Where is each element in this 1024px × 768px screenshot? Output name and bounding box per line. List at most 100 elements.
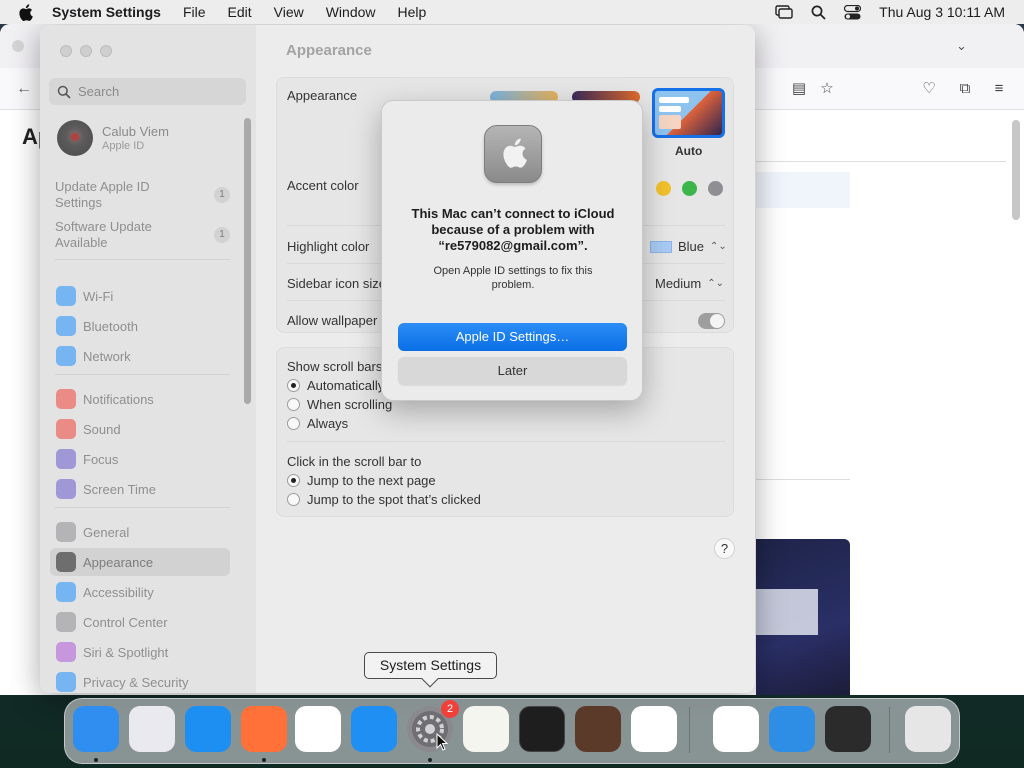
menu-app-name[interactable]: System Settings bbox=[52, 4, 161, 20]
quicktime-icon[interactable] bbox=[825, 706, 871, 752]
firefox-icon[interactable] bbox=[241, 706, 287, 752]
screen-mirroring-icon[interactable] bbox=[775, 5, 793, 19]
menu-window[interactable]: Window bbox=[326, 4, 376, 20]
speaker-icon bbox=[56, 419, 76, 439]
radio-label: Jump to the next page bbox=[307, 473, 436, 488]
extensions-icon[interactable]: ⧉ bbox=[956, 80, 974, 98]
apple-id-settings-button[interactable]: Apple ID Settings… bbox=[398, 323, 627, 351]
vscode-icon[interactable] bbox=[631, 706, 677, 752]
scroll-option-when-scrolling[interactable]: When scrolling bbox=[287, 397, 392, 412]
hamburger-menu-icon[interactable]: ≡ bbox=[990, 80, 1008, 98]
menu-bar: System Settings File Edit View Window He… bbox=[0, 0, 1024, 24]
help-button[interactable]: ? bbox=[714, 538, 735, 559]
sidebar-item-label: General bbox=[83, 524, 130, 540]
sidebar-scrollbar[interactable] bbox=[244, 118, 251, 404]
chrome-icon[interactable] bbox=[295, 706, 341, 752]
radio-button[interactable] bbox=[287, 493, 300, 506]
sidebar-item-focus[interactable]: Focus bbox=[50, 445, 230, 473]
search-icon bbox=[57, 85, 71, 99]
search-input[interactable] bbox=[78, 84, 238, 99]
theme-auto-thumbnail[interactable] bbox=[652, 88, 725, 138]
sidebar-item-sound[interactable]: Sound bbox=[50, 415, 230, 443]
textedit-icon[interactable] bbox=[463, 706, 509, 752]
radio-button[interactable] bbox=[287, 398, 300, 411]
apple-logo-icon bbox=[484, 125, 542, 183]
sidebar-icon-size-value: Medium bbox=[655, 276, 702, 291]
sidebar-item-notifications[interactable]: Notifications bbox=[50, 385, 230, 413]
control-center-icon[interactable] bbox=[844, 4, 862, 20]
notice-label: Software Update Available bbox=[55, 219, 152, 250]
wallpaper-tinting-toggle[interactable] bbox=[698, 313, 725, 329]
sidebar-icon-size-popup[interactable]: Medium ⌃⌄ bbox=[655, 276, 724, 291]
spotlight-search-icon[interactable] bbox=[811, 5, 826, 20]
zoom-window-button[interactable] bbox=[100, 45, 112, 57]
garageband-icon[interactable] bbox=[575, 706, 621, 752]
sidebar-item-wi-fi[interactable]: Wi-Fi bbox=[50, 282, 230, 310]
pocket-icon[interactable]: ♡ bbox=[920, 80, 938, 98]
radio-label: When scrolling bbox=[307, 397, 393, 412]
visual-studio-icon[interactable] bbox=[713, 706, 759, 752]
menu-view[interactable]: View bbox=[274, 4, 304, 20]
app-store-icon[interactable] bbox=[351, 706, 397, 752]
radio-button[interactable] bbox=[287, 379, 300, 392]
reader-view-icon[interactable]: ▤ bbox=[790, 80, 808, 98]
sidebar-item-label: Network bbox=[83, 348, 131, 364]
menu-clock[interactable]: Thu Aug 3 10:11 AM bbox=[879, 4, 1005, 20]
pane-title: Appearance bbox=[286, 42, 372, 59]
click-option-next-page[interactable]: Jump to the next page bbox=[287, 473, 436, 488]
sidebar-item-network[interactable]: Network bbox=[50, 342, 230, 370]
apple-id-account[interactable]: Calub Viem Apple ID bbox=[55, 119, 235, 159]
highlight-swatch bbox=[650, 240, 672, 253]
radio-label: Jump to the spot that’s clicked bbox=[307, 492, 481, 507]
running-indicator bbox=[94, 758, 98, 762]
later-button[interactable]: Later bbox=[398, 357, 627, 385]
browser-close-button[interactable] bbox=[12, 40, 24, 52]
sidebar-item-screen-time[interactable]: Screen Time bbox=[50, 475, 230, 503]
icloud-alert-dialog: This Mac can’t connect to iCloud because… bbox=[381, 100, 643, 401]
bell-icon bbox=[56, 389, 76, 409]
tab-list-chevron-icon[interactable]: ⌄ bbox=[956, 38, 967, 54]
trash-icon[interactable] bbox=[905, 706, 951, 752]
scroll-option-always[interactable]: Always bbox=[287, 416, 348, 431]
sidebar-item-siri-spotlight[interactable]: Siri & Spotlight bbox=[50, 638, 230, 666]
accent-swatch-yellow[interactable] bbox=[656, 181, 671, 196]
software-update-notice[interactable]: Software Update Available 1 bbox=[55, 219, 230, 251]
divider bbox=[756, 479, 850, 480]
search-field[interactable] bbox=[49, 78, 246, 105]
sidebar-item-bluetooth[interactable]: Bluetooth bbox=[50, 312, 230, 340]
dock-tooltip: System Settings bbox=[364, 652, 497, 679]
hand-icon bbox=[56, 672, 76, 692]
menu-help[interactable]: Help bbox=[398, 4, 427, 20]
gear-icon bbox=[56, 522, 76, 542]
update-apple-id-notice[interactable]: Update Apple ID Settings 1 bbox=[55, 179, 230, 211]
browser-scrollbar[interactable] bbox=[1012, 120, 1020, 220]
back-arrow-icon[interactable]: ← bbox=[16, 80, 32, 98]
accessibility-icon bbox=[56, 582, 76, 602]
user-subtitle: Apple ID bbox=[102, 140, 145, 152]
menu-file[interactable]: File bbox=[183, 4, 206, 20]
terminal-icon[interactable] bbox=[519, 706, 565, 752]
click-option-spot-clicked[interactable]: Jump to the spot that’s clicked bbox=[287, 492, 481, 507]
menu-edit[interactable]: Edit bbox=[228, 4, 252, 20]
weather-icon[interactable] bbox=[769, 706, 815, 752]
sidebar-item-general[interactable]: General bbox=[50, 518, 230, 546]
row-divider bbox=[287, 441, 725, 442]
finder-icon[interactable] bbox=[73, 706, 119, 752]
sidebar-item-accessibility[interactable]: Accessibility bbox=[50, 578, 230, 606]
highlight-value: Blue bbox=[678, 239, 705, 254]
radio-button[interactable] bbox=[287, 417, 300, 430]
sidebar-item-privacy-security[interactable]: Privacy & Security bbox=[50, 668, 230, 693]
apple-menu-icon[interactable] bbox=[18, 3, 36, 21]
radio-button[interactable] bbox=[287, 474, 300, 487]
close-window-button[interactable] bbox=[60, 45, 72, 57]
notification-badge: 2 bbox=[441, 700, 459, 718]
sidebar-item-appearance[interactable]: Appearance bbox=[50, 548, 230, 576]
accent-swatch-green[interactable] bbox=[682, 181, 697, 196]
minimize-window-button[interactable] bbox=[80, 45, 92, 57]
accent-swatch-graphite[interactable] bbox=[708, 181, 723, 196]
launchpad-icon[interactable] bbox=[129, 706, 175, 752]
safari-icon[interactable] bbox=[185, 706, 231, 752]
bookmark-star-icon[interactable]: ☆ bbox=[818, 80, 836, 98]
sidebar-item-control-center[interactable]: Control Center bbox=[50, 608, 230, 636]
highlight-color-popup[interactable]: Blue ⌃⌄ bbox=[650, 239, 727, 254]
